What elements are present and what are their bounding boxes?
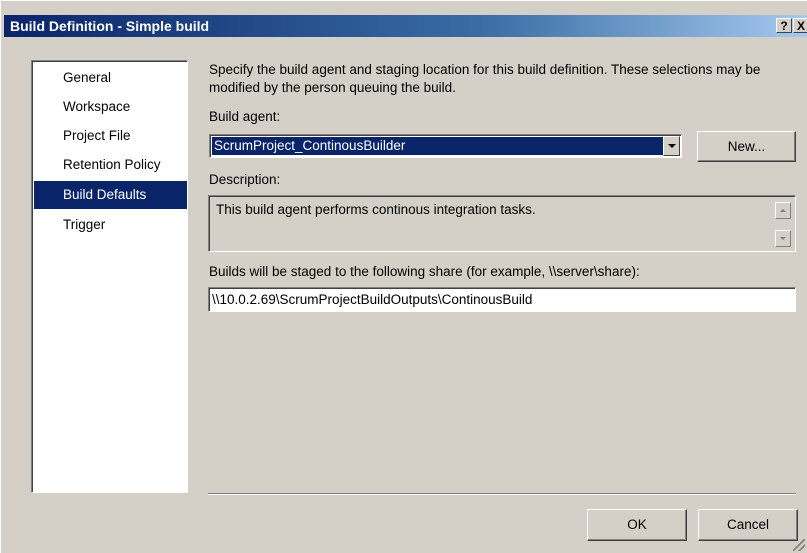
intro-text: Specify the build agent and staging loca… xyxy=(209,62,761,95)
ok-button[interactable]: OK xyxy=(587,509,687,541)
scroll-down-arrow-icon[interactable] xyxy=(775,230,791,247)
dropdown-arrow-icon[interactable] xyxy=(663,136,680,156)
cancel-button[interactable]: Cancel xyxy=(698,509,798,541)
dialog-title: Build Definition - Simple build xyxy=(10,18,210,34)
scroll-up-arrow-icon[interactable] xyxy=(775,202,791,219)
description-label: Description: xyxy=(209,172,281,187)
divider xyxy=(208,493,796,495)
description-field[interactable]: This build agent performs continous inte… xyxy=(208,195,796,252)
description-text: This build agent performs continous inte… xyxy=(216,202,536,217)
settings-nav-list: General Workspace Project File Retention… xyxy=(31,60,188,493)
build-agent-label: Build agent: xyxy=(209,109,281,124)
help-button[interactable]: ? xyxy=(776,18,792,33)
nav-item-build-defaults[interactable]: Build Defaults xyxy=(34,181,187,209)
title-bar[interactable]: Build Definition - Simple build ? X xyxy=(4,15,807,37)
resize-grip-icon[interactable] xyxy=(793,539,805,551)
nav-item-workspace[interactable]: Workspace xyxy=(34,93,187,121)
staging-share-input[interactable] xyxy=(208,287,796,312)
share-label: Builds will be staged to the following s… xyxy=(209,264,640,279)
close-button[interactable]: X xyxy=(793,18,807,33)
build-agent-selected-value: ScrumProject_ContinousBuilder xyxy=(212,137,664,155)
nav-item-general[interactable]: General xyxy=(34,64,187,92)
build-definition-dialog: Build Definition - Simple build ? X Gene… xyxy=(0,0,807,553)
nav-item-project-file[interactable]: Project File xyxy=(34,122,187,150)
nav-item-trigger[interactable]: Trigger xyxy=(34,211,187,239)
nav-item-retention-policy[interactable]: Retention Policy xyxy=(34,151,187,179)
build-agent-dropdown[interactable]: ScrumProject_ContinousBuilder xyxy=(209,134,682,158)
new-agent-button[interactable]: New... xyxy=(697,131,796,162)
